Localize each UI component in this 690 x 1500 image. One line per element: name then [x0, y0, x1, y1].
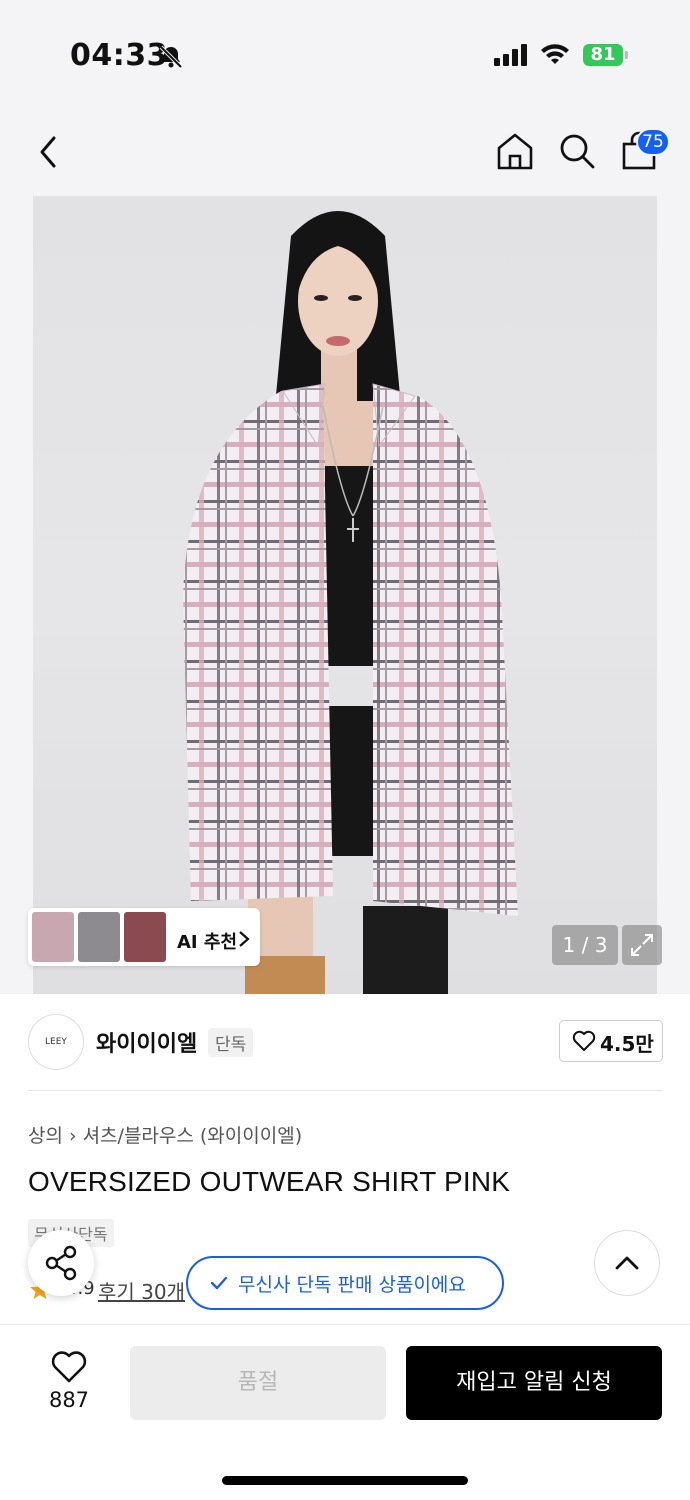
- home-indicator: [222, 1476, 468, 1485]
- breadcrumb-category[interactable]: 상의: [28, 1125, 63, 1147]
- heart-icon: [572, 1030, 596, 1056]
- expand-button[interactable]: [622, 925, 662, 965]
- divider: [28, 1090, 662, 1091]
- silent-bell-icon: [158, 44, 184, 74]
- reviews-link[interactable]: 후기 30개: [98, 1276, 185, 1305]
- favorite-count: 887: [48, 1388, 90, 1412]
- back-icon: [40, 136, 56, 168]
- breadcrumb: 상의 › 셔츠/블라우스 (와이이이엘): [28, 1121, 302, 1148]
- bottom-bar-divider: [0, 1324, 690, 1325]
- model-photo: [183, 211, 518, 994]
- image-counter: 1 / 3: [552, 925, 618, 965]
- status-time: 04:33: [70, 38, 168, 73]
- thumbnail-3[interactable]: [124, 912, 166, 962]
- share-button[interactable]: [28, 1230, 94, 1296]
- home-icon: [497, 133, 533, 170]
- ai-recommend-label[interactable]: AI 추천: [177, 928, 237, 954]
- favorite-button[interactable]: [50, 1350, 88, 1388]
- cart-count-badge: 75: [636, 128, 670, 156]
- brand-name[interactable]: 와이이이엘: [96, 1026, 197, 1058]
- back-button[interactable]: [30, 130, 70, 174]
- brand-logo[interactable]: LEEY: [28, 1014, 84, 1070]
- battery-tip: [625, 51, 628, 59]
- search-button[interactable]: [556, 130, 598, 172]
- soldout-button: 품절: [130, 1346, 386, 1420]
- product-image[interactable]: [33, 196, 657, 994]
- share-icon: [45, 1245, 77, 1281]
- restock-alert-button[interactable]: 재입고 알림 신청: [406, 1346, 662, 1420]
- search-icon: [560, 134, 595, 169]
- product-title: OVERSIZED OUTWEAR SHIRT PINK: [28, 1166, 511, 1197]
- home-button[interactable]: [494, 130, 536, 172]
- wifi-icon: [540, 42, 570, 70]
- thumbnail-1[interactable]: [32, 912, 74, 962]
- chevron-right-icon: ›: [68, 1125, 77, 1147]
- breadcrumb-subcategory[interactable]: 셔츠/블라우스 (와이이이엘): [83, 1125, 303, 1147]
- brand-exclusive-tag: 단독: [208, 1028, 254, 1057]
- check-icon: [208, 1272, 230, 1298]
- battery-indicator: 81: [583, 44, 623, 66]
- chevron-right-icon: [236, 928, 252, 954]
- brand-like-count: 4.5만: [600, 1032, 654, 1056]
- heart-icon: [51, 1351, 87, 1383]
- cellular-signal-icon: [494, 44, 528, 70]
- scroll-top-button[interactable]: [594, 1230, 660, 1296]
- toast-text: 무신사 단독 판매 상품이에요: [238, 1274, 466, 1296]
- expand-icon: [631, 934, 653, 956]
- chevron-up-icon: [615, 1256, 639, 1270]
- thumbnail-2[interactable]: [78, 912, 120, 962]
